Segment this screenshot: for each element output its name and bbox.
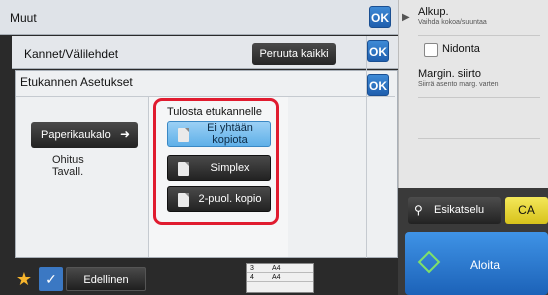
margin-shift-title: Margin. siirto [418, 68, 481, 80]
tray-size: A4 [272, 264, 281, 272]
front-cover-title: Etukannen Asetukset [20, 75, 133, 89]
original-size-item[interactable]: Alkup. Vaihda kokoa/suuntaa [418, 6, 540, 36]
covers-header: Kannet/Välilehdet Peruuta kaikki [12, 36, 398, 69]
paper-tray-source: Ohitus [52, 154, 84, 166]
document-icon [178, 128, 189, 142]
tray-row: 4 A4 [247, 273, 313, 282]
magnifier-icon: ⚲ [414, 203, 423, 217]
clear-all-button[interactable]: CA [505, 197, 548, 224]
ok-column-divider [366, 36, 367, 258]
paper-tray-status: 3 A4 4 A4 [246, 263, 314, 293]
staple-item[interactable]: Nidonta [442, 43, 540, 66]
paper-tray-button[interactable]: Paperikaukalo ➜ [31, 122, 138, 148]
original-size-title: Alkup. [418, 6, 449, 18]
paper-tray-type: Tavall. [52, 166, 84, 178]
checkmark-icon[interactable]: ✓ [39, 267, 63, 291]
preview-button[interactable]: ⚲ Esikatselu [408, 197, 501, 224]
status-divider [418, 138, 540, 139]
print-on-cover-label: Tulosta etukannelle [167, 106, 262, 118]
covers-title: Kannet/Välilehdet [24, 47, 119, 61]
staple-label: Nidonta [442, 43, 480, 55]
copier-screen: ▶ Alkup. Vaihda kokoa/suuntaa Nidonta Ma… [0, 0, 548, 295]
cancel-all-button[interactable]: Peruuta kaikki [252, 43, 336, 65]
option-duplex[interactable]: 2-puol. kopio [167, 186, 271, 212]
option-simplex[interactable]: Simplex [167, 155, 271, 181]
preview-label: Esikatselu [434, 204, 485, 216]
start-diamond-icon [417, 250, 441, 274]
staple-checkbox[interactable] [424, 43, 438, 57]
start-label: Aloita [470, 258, 501, 272]
option-simplex-label: Simplex [210, 162, 250, 174]
option-no-copy-label: Ei yhtään kopiota [207, 122, 253, 146]
other-settings-header: Muut [0, 0, 398, 35]
start-button[interactable]: Aloita [405, 232, 548, 295]
arrow-right-icon: ➜ [119, 127, 130, 141]
tray-number: 3 [250, 264, 254, 272]
document-icon [178, 193, 189, 207]
original-size-subtitle: Vaihda kokoa/suuntaa [418, 19, 487, 26]
tray-size: A4 [272, 273, 281, 281]
option-duplex-label: 2-puol. kopio [198, 193, 262, 205]
option-no-copy[interactable]: Ei yhtään kopiota [167, 121, 271, 147]
document-icon [178, 162, 189, 176]
header-title: Muut [10, 11, 37, 25]
tray-row: 3 A4 [247, 264, 313, 273]
star-icon[interactable]: ★ [12, 267, 36, 291]
previous-button[interactable]: Edellinen [66, 267, 146, 291]
front-cover-ok-button[interactable]: OK [367, 74, 389, 96]
expand-arrow-icon[interactable]: ▶ [402, 12, 412, 24]
margin-shift-subtitle: Siirrä asento marg. varten [418, 81, 499, 88]
header-ok-button[interactable]: OK [369, 6, 391, 28]
paper-tray-value: Ohitus Tavall. [52, 154, 84, 178]
margin-shift-item[interactable]: Margin. siirto Siirrä asento marg. varte… [418, 68, 540, 98]
tray-number: 4 [250, 273, 254, 281]
covers-ok-button[interactable]: OK [367, 40, 389, 62]
paper-tray-label: Paperikaukalo [41, 129, 111, 141]
